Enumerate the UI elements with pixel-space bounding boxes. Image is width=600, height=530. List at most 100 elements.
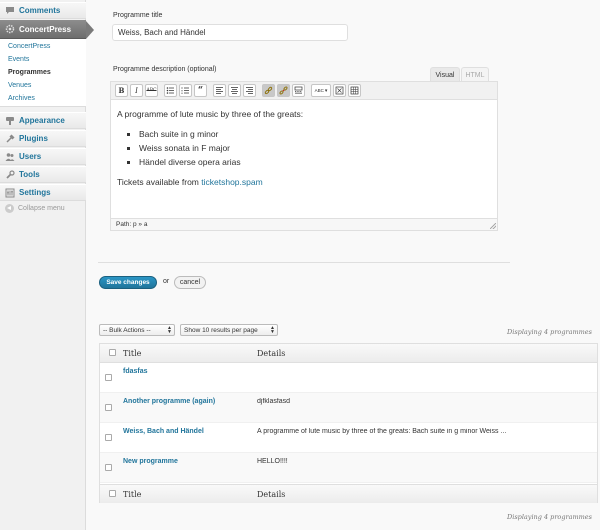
table-row: fdasfas xyxy=(100,363,597,393)
align-left-icon xyxy=(216,87,223,94)
menu-comments-label: Comments xyxy=(19,6,61,15)
programmes-table: Title Details fdasfas Another programme … xyxy=(99,343,598,503)
numbered-list-icon xyxy=(181,87,189,94)
tickets-text: Tickets available from xyxy=(117,177,202,187)
fullscreen-icon xyxy=(335,86,344,95)
results-per-page-select[interactable]: Show 10 results per page ▲ ▼ xyxy=(180,324,278,336)
admin-sidebar: Comments ConcertPress ConcertPress Event… xyxy=(0,0,94,530)
menu-tools-label: Tools xyxy=(19,170,40,179)
align-left-button[interactable] xyxy=(213,84,226,97)
row-checkbox[interactable] xyxy=(105,434,112,441)
bulk-actions-select[interactable]: -- Bulk Actions -- ▲ ▼ xyxy=(99,324,175,336)
italic-button[interactable]: I xyxy=(130,84,143,97)
submenu-venues[interactable]: Venues xyxy=(8,82,31,89)
menu-concertpress-label: ConcertPress xyxy=(19,24,72,34)
collapse-arrow-icon xyxy=(5,204,14,213)
collapse-menu-label: Collapse menu xyxy=(18,205,65,212)
fullscreen-button[interactable] xyxy=(333,84,346,97)
menu-appearance-label: Appearance xyxy=(19,116,65,125)
menu-comments[interactable]: Comments xyxy=(0,2,86,19)
users-icon xyxy=(5,152,15,162)
list-item: Händel diverse opera arias xyxy=(139,156,491,168)
blockquote-button[interactable]: “ xyxy=(194,84,207,97)
submenu-events[interactable]: Events xyxy=(8,56,29,63)
dropdown-arrow-icon: ▾ xyxy=(324,87,328,94)
ticketshop-link[interactable]: ticketshop.spam xyxy=(201,177,262,187)
programme-details: HELLO!!!! xyxy=(257,458,288,465)
paintbrush-icon xyxy=(5,116,15,126)
submenu-archives[interactable]: Archives xyxy=(8,95,35,102)
programme-title-link[interactable]: Another programme (again) xyxy=(123,398,215,405)
spellcheck-button[interactable]: ABC ▾ xyxy=(311,84,331,97)
row-checkbox[interactable] xyxy=(105,464,112,471)
column-title-footer[interactable]: Title xyxy=(123,490,141,499)
link-icon xyxy=(264,86,273,95)
speech-bubble-icon xyxy=(5,6,15,16)
save-changes-button[interactable]: Save changes xyxy=(99,276,157,289)
bullet-list-icon xyxy=(166,87,174,94)
bullet-list-button[interactable] xyxy=(164,84,177,97)
programme-title-input[interactable] xyxy=(112,24,348,41)
plug-icon xyxy=(5,133,15,144)
table-row: Weiss, Bach and Händel A programme of lu… xyxy=(100,423,597,453)
column-title-header[interactable]: Title xyxy=(123,349,141,358)
bulk-actions-value: -- Bulk Actions -- xyxy=(103,326,151,334)
rich-text-editor[interactable]: B I ABC “ ABC ▾ A programme of lute musi… xyxy=(110,81,498,231)
align-center-icon xyxy=(231,87,238,94)
cancel-button[interactable]: cancel xyxy=(174,276,206,289)
menu-tools[interactable]: Tools xyxy=(0,166,86,183)
or-text: or xyxy=(163,278,170,285)
submenu-programmes[interactable]: Programmes xyxy=(8,69,51,76)
bold-button[interactable]: B xyxy=(115,84,128,97)
menu-appearance[interactable]: Appearance xyxy=(0,112,86,129)
column-details-header: Details xyxy=(257,349,286,358)
editor-path-bar: Path: p » a xyxy=(111,218,497,230)
editor-content-area[interactable]: A programme of lute music by three of th… xyxy=(111,100,497,196)
displaying-count-top: Displaying 4 programmes xyxy=(507,328,592,336)
tab-visual[interactable]: Visual xyxy=(430,67,460,82)
select-all-checkbox[interactable] xyxy=(109,349,116,356)
align-right-button[interactable] xyxy=(243,84,256,97)
results-per-page-value: Show 10 results per page xyxy=(184,326,258,334)
menu-concertpress[interactable]: ConcertPress xyxy=(0,20,94,39)
more-tag-button[interactable] xyxy=(292,84,305,97)
editor-resize-handle[interactable] xyxy=(490,223,496,229)
menu-settings[interactable]: Settings xyxy=(0,184,86,201)
menu-settings-label: Settings xyxy=(19,188,51,197)
programme-title-link[interactable]: New programme xyxy=(123,458,178,465)
unlink-button[interactable] xyxy=(277,84,290,97)
editor-toolbar: B I ABC “ ABC ▾ xyxy=(111,82,497,100)
list-item: Weiss sonata in F major xyxy=(139,142,491,154)
menu-users[interactable]: Users xyxy=(0,148,86,165)
table-footer: Title Details xyxy=(100,484,597,503)
list-item: Bach suite in g minor xyxy=(139,128,491,140)
wrench-icon xyxy=(5,169,15,180)
settings-icon xyxy=(5,188,15,198)
programme-title-link[interactable]: Weiss, Bach and Händel xyxy=(123,428,204,435)
table-row: Another programme (again) djfklasfasd xyxy=(100,393,597,423)
programme-title-link[interactable]: fdasfas xyxy=(123,368,148,375)
select-all-checkbox-footer[interactable] xyxy=(109,490,116,497)
submenu-concertpress[interactable]: ConcertPress xyxy=(8,43,50,50)
menu-plugins[interactable]: Plugins xyxy=(0,130,86,147)
numbered-list-button[interactable] xyxy=(179,84,192,97)
gear-icon xyxy=(5,24,15,34)
strikethrough-button[interactable]: ABC xyxy=(145,84,158,97)
kitchen-sink-button[interactable] xyxy=(348,84,361,97)
programme-details: A programme of lute music by three of th… xyxy=(257,428,507,435)
select-arrows-icon: ▲ ▼ xyxy=(270,325,275,335)
table-row: New programme HELLO!!!! xyxy=(100,453,597,483)
programme-description-label: Programme description (optional) xyxy=(113,66,217,73)
row-checkbox[interactable] xyxy=(105,374,112,381)
menu-users-label: Users xyxy=(19,152,42,161)
row-checkbox[interactable] xyxy=(105,404,112,411)
insert-link-button[interactable] xyxy=(262,84,275,97)
collapse-menu-button[interactable]: Collapse menu xyxy=(5,204,65,213)
unlink-icon xyxy=(279,86,288,95)
tab-html[interactable]: HTML xyxy=(461,67,489,82)
divider xyxy=(98,262,510,263)
column-details-footer: Details xyxy=(257,490,286,499)
concertpress-submenu: ConcertPress Events Programmes Venues Ar… xyxy=(0,39,86,107)
align-center-button[interactable] xyxy=(228,84,241,97)
programme-title-label: Programme title xyxy=(113,12,163,19)
